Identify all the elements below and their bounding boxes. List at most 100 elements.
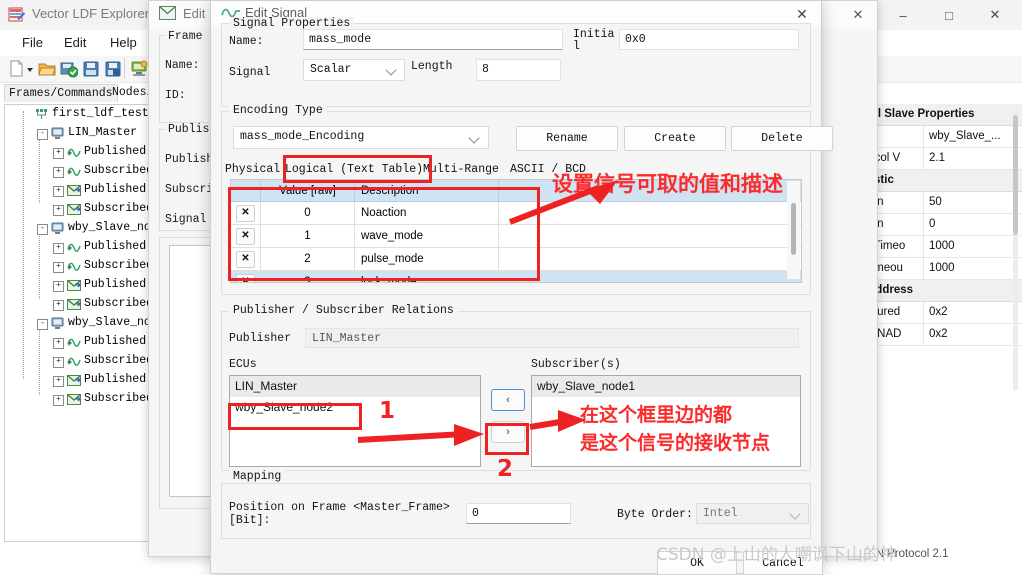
tree-node[interactable]: first_ldf_test	[5, 105, 155, 124]
delete-row-icon[interactable]: ✕	[236, 227, 255, 245]
cell-description[interactable]: wave_mode	[355, 225, 499, 247]
tree-node[interactable]: + Published Si	[5, 238, 155, 257]
tree-expander[interactable]: +	[53, 300, 64, 311]
close-icon[interactable]: ✕	[972, 0, 1018, 30]
tree-expander[interactable]: +	[53, 376, 64, 387]
table-row[interactable]: ✕ 3 lock_mode	[231, 271, 801, 282]
length-input[interactable]: 8	[476, 59, 561, 81]
tree-node[interactable]: + Published Si	[5, 143, 155, 162]
property-row[interactable]: newby_Slave_...	[863, 126, 1022, 148]
cell-value[interactable]: 0	[261, 202, 355, 224]
cell-description[interactable]: Noaction	[355, 202, 499, 224]
delete-button[interactable]: Delete	[731, 126, 833, 151]
list-item[interactable]: wby_Slave_node2	[230, 397, 480, 418]
property-row[interactable]: Min0	[863, 214, 1022, 236]
cell-description[interactable]: lock_mode	[355, 271, 499, 282]
create-button[interactable]: Create	[624, 126, 726, 151]
tree-node[interactable]: + Published Fr	[5, 371, 155, 390]
menu-help[interactable]: Help	[102, 32, 145, 53]
initial-value-input[interactable]: 0x0	[619, 29, 799, 50]
property-value[interactable]: 1000	[924, 258, 1022, 279]
scrollbar-thumb[interactable]	[1013, 115, 1018, 235]
chevron-down-icon[interactable]	[26, 60, 34, 78]
tree-node[interactable]: - LIN_Master	[5, 124, 155, 143]
maximize-icon[interactable]: □	[926, 0, 972, 30]
property-row[interactable]: s Timeo 1000	[863, 236, 1022, 258]
tab-physical[interactable]: Physical	[225, 163, 280, 176]
tree-node[interactable]: + Subscribed F	[5, 295, 155, 314]
tree-node[interactable]: - wby_Slave_node2	[5, 314, 155, 333]
property-value[interactable]: 0x2	[924, 302, 1022, 323]
tree-node[interactable]: - wby_Slave_node1	[5, 219, 155, 238]
property-value[interactable]: 0	[924, 214, 1022, 235]
tab-frames-commands[interactable]: Frames/Commands	[4, 84, 118, 102]
delete-row-icon[interactable]: ✕	[236, 204, 255, 222]
tree-expander[interactable]: +	[53, 338, 64, 349]
save-check-icon[interactable]	[60, 60, 79, 78]
menu-edit[interactable]: Edit	[56, 32, 94, 53]
tree-expander[interactable]: +	[53, 395, 64, 406]
tree-node[interactable]: + Published Si	[5, 333, 155, 352]
encoding-select[interactable]: mass_mode_Encoding	[233, 126, 489, 149]
tab-multi-range[interactable]: Multi-Range	[423, 163, 499, 176]
property-value[interactable]: 2.1	[924, 148, 1022, 169]
cell-value[interactable]: 3	[261, 271, 355, 282]
open-folder-icon[interactable]	[38, 60, 56, 78]
cell-description[interactable]: pulse_mode	[355, 248, 499, 270]
scrollbar-thumb[interactable]	[791, 203, 796, 255]
cell-value[interactable]: 1	[261, 225, 355, 247]
tree-expander[interactable]: +	[53, 205, 64, 216]
move-to-subscribers-button[interactable]: ›	[491, 421, 525, 443]
signal-name-input[interactable]: mass_mode	[303, 29, 563, 50]
table-row[interactable]: ✕ 1 wave_mode	[231, 225, 801, 248]
tree-expander[interactable]: -	[37, 129, 48, 140]
tree-node[interactable]: + Subscribed F	[5, 390, 155, 409]
byte-order-select[interactable]: Intel	[696, 503, 809, 524]
property-row[interactable]: Timeou 1000	[863, 258, 1022, 280]
save-icon[interactable]	[82, 60, 100, 78]
property-row[interactable]: Min50	[863, 192, 1022, 214]
row-delete-cell[interactable]: ✕	[231, 202, 261, 224]
node-tree[interactable]: first_ldf_test-LIN_Master+Published Si+S…	[4, 104, 156, 542]
table-row[interactable]: ✕ 2 pulse_mode	[231, 248, 801, 271]
list-item[interactable]: LIN_Master	[230, 376, 480, 397]
list-item[interactable]: wby_Slave_node1	[532, 376, 800, 397]
menu-file[interactable]: File	[14, 32, 51, 53]
node-config-icon[interactable]	[130, 60, 148, 78]
property-value[interactable]: 50	[924, 192, 1022, 213]
table-row[interactable]: ✕ 0 Noaction	[231, 202, 801, 225]
close-icon[interactable]: ✕	[839, 1, 877, 29]
move-to-ecus-button[interactable]: ‹	[491, 389, 525, 411]
new-file-icon[interactable]	[8, 60, 26, 78]
tab-logical-text-table[interactable]: Logical (Text Table)	[285, 163, 423, 176]
tree-expander[interactable]: +	[53, 186, 64, 197]
tree-node[interactable]: + Published Fr	[5, 276, 155, 295]
tree-node[interactable]: + Subscribed S	[5, 352, 155, 371]
tree-expander[interactable]: -	[37, 319, 48, 330]
property-value[interactable]: 0x2	[924, 324, 1022, 345]
tree-node[interactable]: + Subscribed S	[5, 257, 155, 276]
tree-expander[interactable]: +	[53, 243, 64, 254]
tree-expander[interactable]: +	[53, 148, 64, 159]
tree-expander[interactable]: +	[53, 262, 64, 273]
minimize-icon[interactable]: –	[880, 0, 926, 30]
tree-node[interactable]: + Published Fr	[5, 181, 155, 200]
chevron-down-icon[interactable]	[789, 508, 801, 520]
tree-node[interactable]: + Subscribed F	[5, 200, 155, 219]
property-grid-scrollbar[interactable]	[1013, 110, 1018, 390]
tree-expander[interactable]: +	[53, 281, 64, 292]
chevron-down-icon[interactable]	[385, 64, 397, 76]
slave-properties-panel[interactable]: ral Slave Propertiesnewby_Slave_...tocol…	[862, 104, 1022, 544]
row-delete-cell[interactable]: ✕	[231, 225, 261, 247]
row-delete-cell[interactable]: ✕	[231, 271, 261, 282]
rename-button[interactable]: Rename	[516, 126, 618, 151]
chevron-down-icon[interactable]	[468, 132, 480, 144]
property-row[interactable]: tocol V 2.1	[863, 148, 1022, 170]
table-scrollbar[interactable]	[787, 181, 800, 279]
delete-row-icon[interactable]: ✕	[236, 250, 255, 268]
signal-type-select[interactable]: Scalar	[303, 59, 405, 81]
tree-expander[interactable]: -	[37, 224, 48, 235]
position-input[interactable]: 0	[466, 503, 571, 524]
property-value[interactable]: 1000	[924, 236, 1022, 257]
cell-value[interactable]: 2	[261, 248, 355, 270]
